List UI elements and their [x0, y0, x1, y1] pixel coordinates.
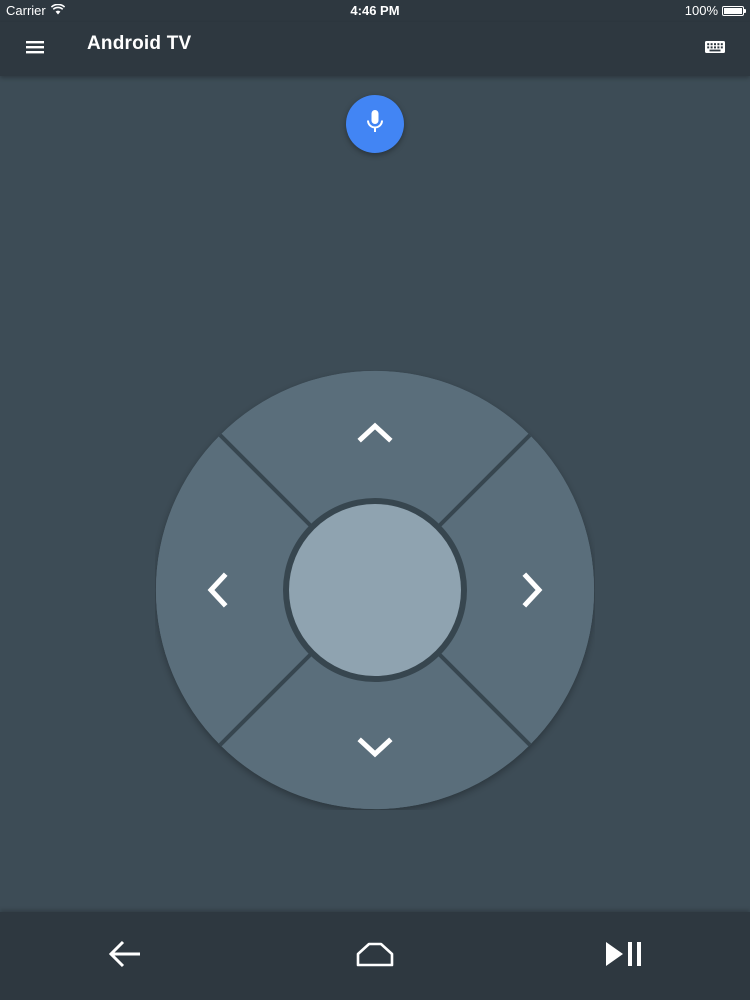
keyboard-button[interactable] — [700, 34, 730, 64]
arrow-back-icon — [107, 939, 143, 974]
dpad-select-button[interactable] — [289, 504, 461, 676]
menu-button[interactable] — [20, 34, 50, 64]
app-bar: Android TV — [0, 22, 750, 76]
keyboard-icon — [704, 39, 726, 60]
remote-screen: Carrier 4:46 PM 100% Android TV — [0, 0, 750, 1000]
status-battery-group: 100% — [684, 3, 746, 18]
back-button[interactable] — [103, 934, 147, 978]
status-time: 4:46 PM — [350, 3, 400, 18]
battery-level-fill — [724, 7, 742, 14]
dpad — [155, 370, 595, 810]
battery-percent: 100% — [684, 3, 718, 18]
voice-search-button[interactable] — [346, 95, 404, 153]
home-icon — [355, 940, 395, 973]
play-pause-button[interactable] — [603, 934, 647, 978]
microphone-icon — [363, 108, 387, 141]
play-pause-icon — [603, 940, 647, 973]
home-button[interactable] — [353, 934, 397, 978]
battery-icon — [722, 5, 746, 16]
bottom-bar — [0, 912, 750, 1000]
status-bar: Carrier 4:46 PM 100% — [0, 0, 750, 22]
hamburger-menu-icon — [25, 39, 45, 60]
app-title: Android TV — [87, 33, 192, 54]
